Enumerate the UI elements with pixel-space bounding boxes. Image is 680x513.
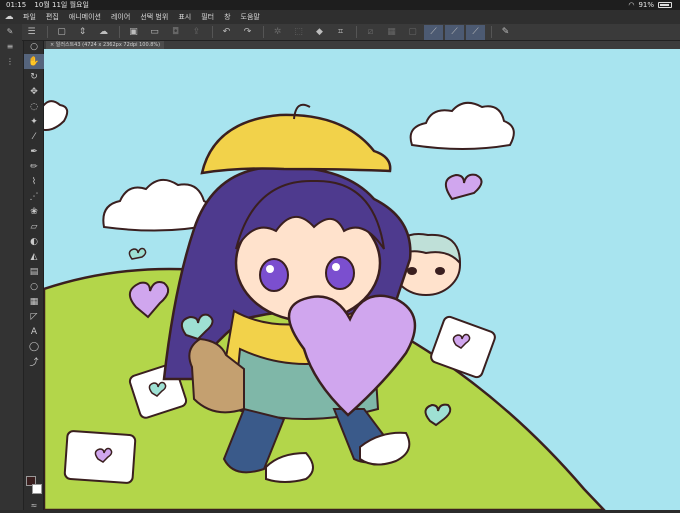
battery-percent: 91% [638,1,654,9]
fill-icon[interactable]: ◭ [24,249,44,264]
letter-bottom [63,430,137,484]
blank-icon[interactable]: ⧄ [361,25,380,40]
export-icon[interactable]: ⇪ [187,25,206,40]
wand-icon[interactable]: ✦ [24,114,44,129]
document-tab-bar: × 일러스트43 (4724 x 2362px 72dpi 100.8%) [44,41,680,49]
shape-icon[interactable]: ○ [24,279,44,294]
menu-layer[interactable]: 레이어 [106,10,135,24]
settings-icon[interactable]: ✲ [268,25,287,40]
menu-filter[interactable]: 필터 [196,10,219,24]
color-mode-icon[interactable]: ≈ [24,498,44,513]
select-icon[interactable]: ▢ [403,25,422,40]
drawing-canvas[interactable] [44,49,680,510]
airbrush-icon[interactable]: ⋰ [24,189,44,204]
brush-icon[interactable]: ✎ [0,24,20,39]
wifi-icon: ◠ [628,1,635,9]
frame-icon[interactable]: ▦ [24,294,44,309]
decoration-icon[interactable]: ❀ [24,204,44,219]
fill-icon[interactable]: ◆ [310,25,329,40]
eyedropper-icon[interactable]: ⁄ [24,129,44,144]
correction-icon[interactable]: ⤴ [24,354,44,369]
menu-icon[interactable]: ☰ [22,25,41,40]
pen-stroke-3-icon[interactable]: ⟋ [466,24,485,40]
status-bar: 01:15 10월 11일 월요일 ◠ 91% [0,0,680,10]
deselect-icon[interactable]: ▦ [382,25,401,40]
document-tab[interactable]: × 일러스트43 (4724 x 2362px 72dpi 100.8%) [46,41,165,49]
rotate-icon[interactable]: ↻ [24,69,44,84]
menu-selection[interactable]: 선택 범위 [135,10,173,24]
sub-color-swatch[interactable] [32,484,42,494]
pen-stroke-2-icon[interactable]: ⟋ [445,24,464,40]
pen-icon[interactable]: ✒ [24,144,44,159]
menu-bar: ☁ 파일 편집 애니메이션 레이어 선택 범위 표시 필터 창 도움말 [0,10,680,24]
gradient-icon[interactable]: ▤ [24,264,44,279]
ruler-icon[interactable]: ◸ [24,309,44,324]
document-title: 일러스트43 (4724 x 2362px 72dpi 100.8%) [55,42,161,48]
tool-panel: ⊕ ○ ✋ ↻ ✥ ◌ ✦ ⁄ ✒ ✏ ⌇ ⋰ ❀ ▱ ◐ ◭ ▤ ○ ▦ ◸ … [24,24,44,510]
tool-strip: ✎ ≡ ⋮ [0,24,24,510]
cloud-icon[interactable]: ☁ [94,25,113,40]
folder-icon[interactable]: ▭ [145,25,164,40]
clock: 01:15 [6,1,27,9]
menu-view[interactable]: 표시 [173,10,196,24]
edit-icon[interactable]: ✎ [496,25,515,40]
menu-help[interactable]: 도움말 [236,10,265,24]
app-logo-icon[interactable]: ☁ [0,10,18,24]
brush-icon[interactable]: ⌇ [24,174,44,189]
menu-animation[interactable]: 애니메이션 [64,10,106,24]
pencil-icon[interactable]: ✏ [24,159,44,174]
stepper-icon[interactable]: ⇕ [73,25,92,40]
illustration [44,49,680,510]
balloon-icon[interactable]: ◯ [24,339,44,354]
battery-icon [658,2,672,8]
move-icon[interactable]: ✥ [24,84,44,99]
menu-edit[interactable]: 편집 [41,10,64,24]
transform-icon[interactable]: ⬚ [289,25,308,40]
text-icon[interactable]: A [24,324,44,339]
menu-window[interactable]: 창 [219,10,235,24]
eraser-icon[interactable]: ▱ [24,219,44,234]
crop-icon[interactable]: ⌗ [331,25,350,40]
layers-icon[interactable]: ≡ [0,39,20,54]
blend-icon[interactable]: ◐ [24,234,44,249]
new-file-icon[interactable]: ▢ [52,25,71,40]
pen-stroke-icon[interactable]: ⟋ [424,24,443,40]
command-bar: ☰ ▢ ⇕ ☁ ▣ ▭ ◘ ⇪ ↶ ↷ ✲ ⬚ ◆ ⌗ ⧄ ▦ ▢ ⟋ ⟋ ⟋ … [22,24,680,41]
redo-icon[interactable]: ↷ [238,25,257,40]
date: 10월 11일 월요일 [34,1,89,9]
hand-icon[interactable]: ✋ [24,54,44,69]
grip-icon[interactable]: ⋮ [0,54,20,69]
undo-list-icon[interactable]: ▣ [124,25,143,40]
menu-file[interactable]: 파일 [18,10,41,24]
search-icon[interactable]: ○ [24,39,44,54]
undo-icon[interactable]: ↶ [217,25,236,40]
save-icon[interactable]: ◘ [166,25,185,40]
lasso-icon[interactable]: ◌ [24,99,44,114]
